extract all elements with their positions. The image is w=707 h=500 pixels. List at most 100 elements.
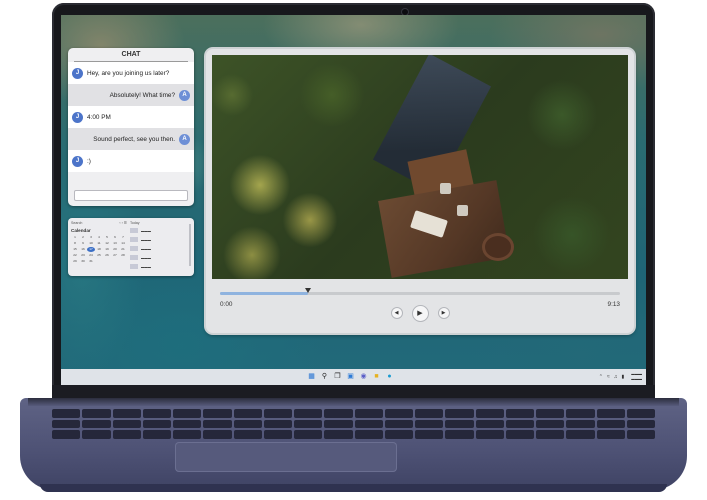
laptop-hinge (28, 398, 679, 406)
calendar-scrollbar[interactable] (189, 224, 191, 266)
avatar[interactable]: A (179, 89, 190, 101)
keyboard-key (294, 430, 323, 439)
calendar-day[interactable]: 17 (87, 247, 95, 252)
calendar-day[interactable]: 28 (119, 253, 127, 258)
calendar-day[interactable]: 20 (111, 247, 119, 252)
agenda-item[interactable]: ▬▬▬ (130, 228, 186, 233)
agenda-item[interactable]: ▬▬▬ (130, 237, 186, 242)
calendar-widget[interactable]: Search ‹ › ☰ Calendar 1 2 3 4 5 6 7 8 9 10 11 12 13 1… (68, 218, 194, 276)
keyboard-key (505, 430, 534, 439)
keyboard-key (475, 419, 504, 429)
calendar-day[interactable]: 25 (95, 253, 103, 258)
chat-widget: CHAT J Hey, are you joining us later? Abso… (68, 48, 194, 206)
keyboard-key (536, 419, 565, 429)
chat-message-text: Sound perfect, see you then. (93, 135, 175, 143)
calendar-day[interactable]: 14 (119, 241, 127, 246)
clock[interactable]: ▬▬▬ ▬▬▬ (631, 372, 642, 381)
calendar-day[interactable]: 26 (103, 253, 111, 258)
keyboard-key (354, 409, 383, 418)
keyboard-key (324, 409, 353, 418)
calendar-day[interactable]: 9 (79, 241, 87, 246)
progress-bar[interactable] (220, 288, 620, 295)
calendar-day[interactable]: 11 (95, 241, 103, 246)
calendar-day[interactable]: 31 (87, 259, 95, 264)
chat-input[interactable] (74, 190, 188, 201)
keyboard-key (384, 419, 413, 429)
play-button[interactable]: ▶ (411, 304, 429, 322)
keyboard-key (415, 430, 444, 439)
calendar-day[interactable]: 21 (119, 247, 127, 252)
keyboard-key (384, 430, 413, 439)
calendar-day[interactable]: 29 (71, 259, 79, 264)
edge-browser-icon[interactable]: ● (385, 372, 394, 381)
calendar-day[interactable]: 23 (79, 253, 87, 258)
keyboard-key (173, 419, 202, 429)
avatar[interactable]: A (179, 133, 190, 145)
deck-chair (457, 205, 468, 216)
windows-start-icon[interactable]: ▦ (307, 372, 316, 381)
calendar-search-label[interactable]: Search (71, 221, 82, 225)
skip-forward-icon: ▶ (441, 310, 446, 316)
calendar-day[interactable]: 12 (103, 241, 111, 246)
calendar-day[interactable]: 3 (87, 235, 95, 240)
chat-message-text: :) (87, 157, 91, 165)
calendar-day[interactable]: 27 (111, 253, 119, 258)
avatar[interactable]: J (72, 111, 83, 123)
laptop-base-edge (40, 484, 667, 492)
skip-back-button[interactable]: ◀ (390, 307, 403, 319)
chat-message: J Hey, are you joining us later? (68, 62, 194, 84)
keyboard-key (82, 409, 111, 418)
video-player-window: 0:00 9:13 ◀ ▶ ▶ (206, 49, 634, 333)
keyboard-key (324, 430, 353, 439)
file-explorer-icon[interactable]: ■ (372, 372, 381, 381)
search-icon[interactable]: ⚲ (320, 372, 329, 381)
chat-message: Sound perfect, see you then. A (68, 128, 194, 150)
agenda-item[interactable]: ▬▬▬ (130, 255, 186, 260)
battery-icon[interactable]: ▮ (621, 374, 624, 380)
calendar-day[interactable]: 7 (119, 235, 127, 240)
keyboard-key (112, 419, 141, 429)
calendar-day[interactable]: 5 (103, 235, 111, 240)
calendar-day[interactable]: 8 (71, 241, 79, 246)
calendar-day[interactable]: 6 (111, 235, 119, 240)
calendar-nav-icons[interactable]: ‹ › ☰ (119, 221, 127, 225)
calendar-day[interactable]: 4 (95, 235, 103, 240)
progress-thumb[interactable] (305, 288, 311, 293)
progress-fill (220, 292, 308, 295)
calendar-day[interactable]: 16 (79, 247, 87, 252)
keyboard-key (536, 409, 565, 418)
video-frame[interactable] (212, 55, 628, 279)
wifi-icon[interactable]: ≈ (607, 374, 610, 380)
calendar-day[interactable]: 10 (87, 241, 95, 246)
skip-back-icon: ◀ (394, 310, 399, 316)
calendar-day[interactable]: 19 (103, 247, 111, 252)
task-view-icon[interactable]: ❐ (333, 372, 342, 381)
keyboard-key (203, 419, 232, 429)
avatar[interactable]: J (72, 155, 83, 167)
calendar-day[interactable]: 30 (79, 259, 87, 264)
calendar-day[interactable]: 15 (71, 247, 79, 252)
agenda-item[interactable]: ▬▬▬ (130, 246, 186, 251)
calendar-day[interactable]: 22 (71, 253, 79, 258)
round-table (482, 233, 514, 261)
calendar-day[interactable]: 24 (87, 253, 95, 258)
taskbar-pinned-apps: ▦ ⚲ ❐ ▣ ◉ ■ ● (307, 372, 394, 381)
skip-forward-button[interactable]: ▶ (437, 307, 450, 319)
taskbar: ▦ ⚲ ❐ ▣ ◉ ■ ● ⌃ ≈ ♫ ▮ ▬▬▬ ▬▬▬ (61, 369, 646, 385)
chat-icon[interactable]: ◉ (359, 372, 368, 381)
keyboard-key (294, 409, 323, 418)
calendar-day[interactable]: 18 (95, 247, 103, 252)
agenda-header: Today (130, 221, 140, 225)
calendar-day[interactable]: 13 (111, 241, 119, 246)
agenda-item[interactable]: ▬▬▬ (130, 264, 186, 269)
volume-icon[interactable]: ♫ (614, 374, 618, 380)
calendar-day[interactable]: 1 (71, 235, 79, 240)
keyboard-key (142, 419, 171, 429)
system-tray: ⌃ ≈ ♫ ▮ ▬▬▬ ▬▬▬ (599, 372, 642, 381)
calendar-day[interactable]: 2 (79, 235, 87, 240)
keyboard-key (263, 419, 292, 429)
chevron-up-icon[interactable]: ⌃ (599, 374, 603, 380)
keyboard-key (566, 430, 595, 439)
avatar[interactable]: J (72, 67, 83, 79)
widgets-icon[interactable]: ▣ (346, 372, 355, 381)
